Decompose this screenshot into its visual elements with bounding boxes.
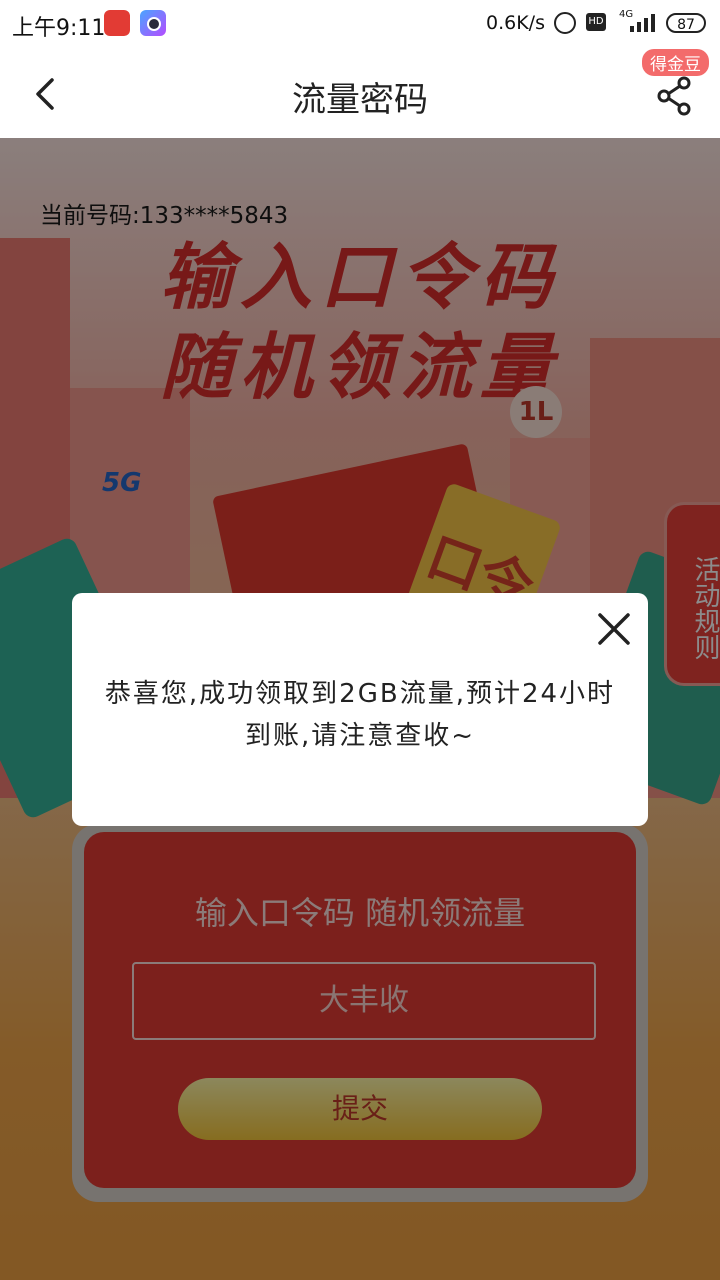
close-icon[interactable]: [594, 609, 634, 649]
status-time: 上午9:11: [12, 16, 106, 41]
hd-icon: HD: [586, 13, 606, 31]
page-title: 流量密码: [292, 80, 428, 120]
network-speed: 0.6K/s: [486, 12, 545, 34]
gold-bean-badge[interactable]: 得金豆: [642, 49, 709, 76]
signal-icon: [630, 14, 655, 32]
battery-icon: 87: [666, 13, 706, 33]
dialog-message: 恭喜您,成功领取到2GB流量,预计24小时到账,请注意查收~: [104, 679, 616, 751]
alarm-icon: [554, 12, 576, 34]
app-header: 流量密码 得金豆: [0, 48, 720, 138]
app-notification-icon: [104, 10, 130, 36]
status-bar: 上午9:11 0.6K/s HD 4G 87: [0, 0, 720, 48]
success-dialog: 恭喜您,成功领取到2GB流量,预计24小时到账,请注意查收~: [72, 593, 648, 826]
camera-app-icon: [140, 10, 166, 36]
share-icon[interactable]: [656, 76, 692, 116]
